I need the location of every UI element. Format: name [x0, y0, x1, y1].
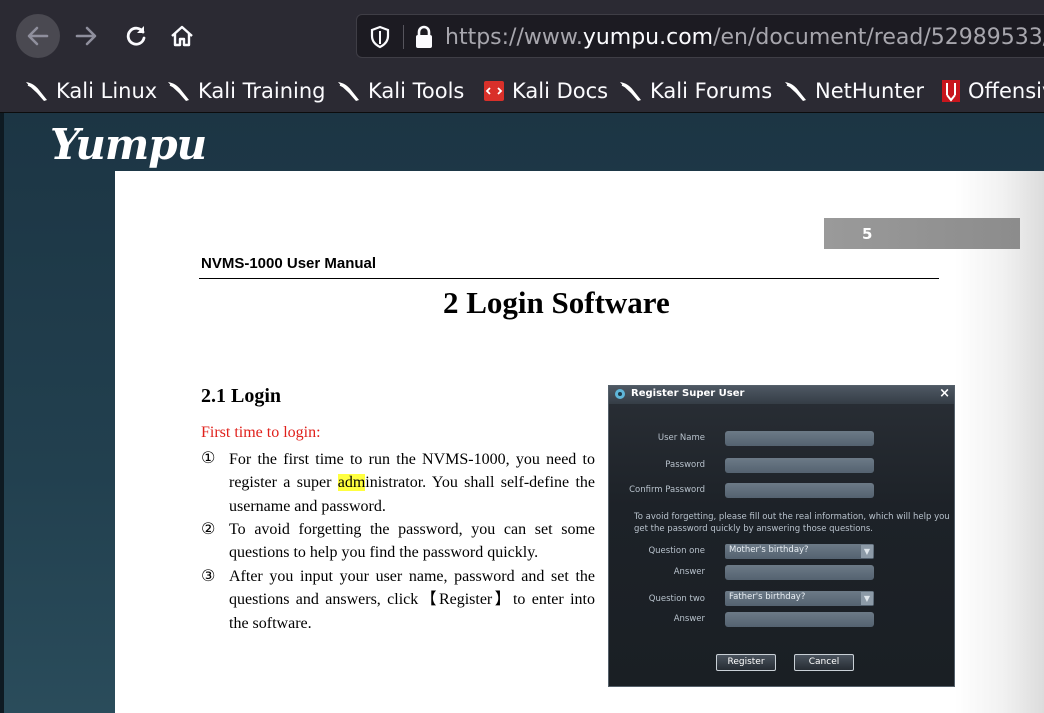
- step-number-2: ②: [201, 519, 216, 538]
- bookmark-kali-forums[interactable]: Kali Forums: [618, 76, 772, 106]
- first-time-label: First time to login:: [201, 424, 321, 441]
- bookmark-label: NetHunter: [815, 79, 925, 103]
- bookmark-label: Kali Docs: [512, 79, 609, 103]
- answer-one-label: Answer: [673, 567, 705, 577]
- bookmark-kali-docs[interactable]: Kali Docs: [482, 76, 608, 106]
- bookmark-label: Kali Linux: [56, 79, 158, 103]
- section-title: 2.1 Login: [201, 385, 282, 407]
- kali-dragon-icon: [620, 82, 641, 101]
- kali-dragon-icon: [26, 82, 47, 101]
- reload-button[interactable]: [114, 14, 158, 58]
- bookmark-kali-tools[interactable]: Kali Tools: [336, 76, 464, 106]
- chapter-title: 2 Login Software: [443, 285, 670, 320]
- step-number-3: ③: [201, 566, 216, 585]
- page-shadow: [955, 171, 1044, 713]
- bookmark-offensive[interactable]: Offensiv: [940, 76, 1044, 106]
- question-two-value: Father's birthday?: [729, 592, 806, 602]
- url-bar[interactable]: https://www.yumpu.com/en/document/read/5…: [356, 14, 1044, 58]
- url-prefix: https://www.: [445, 25, 583, 50]
- question-two-select: Father's birthday? ▼: [725, 591, 874, 606]
- highlighted-text: adm: [337, 474, 366, 492]
- bookmark-label: Kali Forums: [650, 79, 773, 103]
- chevron-down-icon: ▼: [861, 592, 873, 605]
- url-text[interactable]: https://www.yumpu.com/en/document/read/5…: [445, 25, 1044, 50]
- manual-header: NVMS-1000 User Manual: [201, 255, 377, 272]
- user-name-label: User Name: [657, 433, 705, 443]
- password-field: [725, 458, 874, 473]
- page-number-bar: [824, 218, 1020, 249]
- lock-icon[interactable]: [413, 24, 435, 50]
- dialog-title: Register Super User: [631, 388, 745, 399]
- camera-icon: [615, 389, 625, 399]
- offsec-icon: [942, 80, 960, 102]
- dialog-titlebar: Register Super User ×: [609, 386, 954, 404]
- question-two-label: Question two: [648, 594, 705, 604]
- reload-icon: [126, 26, 146, 46]
- question-one-label: Question one: [648, 546, 705, 556]
- register-button: Register: [716, 654, 776, 671]
- url-separator: [403, 25, 404, 49]
- url-path: /en/document/read/52989533/nv: [713, 25, 1044, 50]
- bookmark-nethunter[interactable]: NetHunter: [783, 76, 924, 106]
- step-text-2: To avoid forgetting the password, you ca…: [229, 521, 595, 562]
- confirm-password-label: Confirm Password: [629, 485, 705, 495]
- user-name-field: [725, 431, 874, 446]
- yumpu-logo[interactable]: Yumpu: [50, 120, 207, 169]
- question-one-select: Mother's birthday? ▼: [725, 544, 874, 559]
- answer-two-field: [725, 612, 874, 627]
- kali-dragon-icon: [338, 82, 359, 101]
- url-domain: yumpu.com: [582, 25, 714, 50]
- page-number: 5: [862, 225, 873, 243]
- browser-toolbar: https://www.yumpu.com/en/document/read/5…: [0, 0, 1044, 70]
- cancel-button: Cancel: [794, 654, 854, 671]
- bookmark-kali-training[interactable]: Kali Training: [166, 76, 325, 106]
- arrow-right-icon: [75, 26, 97, 46]
- back-button[interactable]: [16, 14, 60, 58]
- chevron-down-icon: ▼: [861, 545, 873, 558]
- home-button[interactable]: [160, 14, 204, 58]
- bookmark-label: Kali Tools: [368, 79, 465, 103]
- confirm-password-field: [725, 483, 874, 498]
- left-edge: [0, 113, 4, 713]
- home-icon: [171, 25, 193, 47]
- bookmarks-bar: Kali Linux Kali Training Kali Tools Kali…: [0, 70, 1044, 113]
- header-rule: [199, 278, 939, 279]
- step-text-3: After you input your user name, password…: [229, 568, 595, 632]
- kali-dragon-icon: [168, 82, 189, 101]
- kali-dragon-icon: [785, 82, 806, 101]
- close-icon: ×: [939, 386, 950, 401]
- step-text-1: For the first time to run the NVMS-1000,…: [229, 448, 595, 518]
- answer-one-field: [725, 565, 874, 580]
- bookmark-label: Offensiv: [968, 79, 1044, 103]
- password-label: Password: [665, 460, 705, 470]
- step-number-1: ①: [201, 448, 216, 467]
- question-one-value: Mother's birthday?: [729, 545, 809, 555]
- register-super-user-dialog: Register Super User × User Name Password…: [608, 385, 955, 687]
- bookmark-kali-linux[interactable]: Kali Linux: [24, 76, 157, 106]
- bookmark-label: Kali Training: [198, 79, 326, 103]
- kali-docs-icon: [484, 81, 504, 101]
- forward-button[interactable]: [64, 14, 108, 58]
- dialog-note: To avoid forgetting, please fill out the…: [634, 512, 950, 534]
- arrow-left-icon: [27, 26, 49, 46]
- answer-two-label: Answer: [673, 614, 705, 624]
- shield-icon[interactable]: [369, 25, 391, 49]
